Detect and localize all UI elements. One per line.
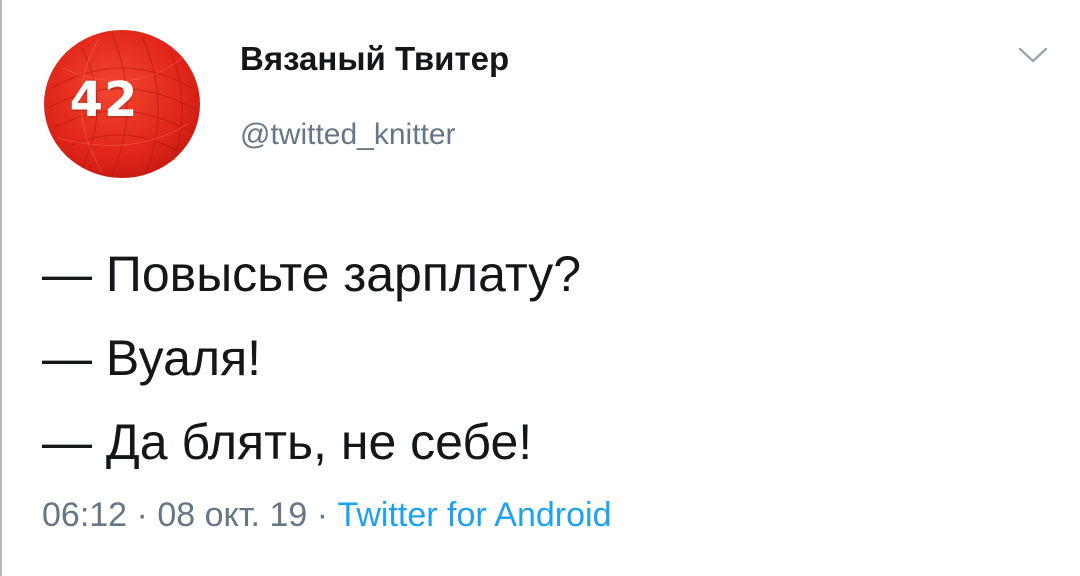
avatar[interactable]: 42 — [42, 28, 202, 180]
meta-separator: · — [127, 496, 158, 534]
author-display-name[interactable]: Вязаный Твитер — [240, 40, 509, 78]
author-handle[interactable]: @twitted_knitter — [240, 118, 456, 152]
chevron-down-icon[interactable] — [1016, 44, 1050, 66]
tweet-metadata: 06:12 · 08 окт. 19 · Twitter for Android — [42, 496, 612, 535]
tweet-text: — Повысьте зарплату? — Вуаля! — Да блять… — [42, 232, 581, 484]
avatar-number: 42 — [69, 72, 139, 128]
tweet-line: — Вуаля! — [42, 330, 262, 386]
tweet-line: — Повысьте зарплату? — [42, 246, 582, 302]
tweet-source-link[interactable]: Twitter for Android — [337, 496, 611, 534]
tweet-card: 42 Вязаный Твитер @twitted_knitter — Пов… — [0, 0, 1080, 576]
tweet-time: 06:12 — [42, 496, 128, 534]
meta-separator: · — [307, 496, 338, 534]
tweet-line: — Да блять, не себе! — [42, 414, 533, 470]
tweet-date: 08 окт. 19 — [157, 496, 308, 534]
